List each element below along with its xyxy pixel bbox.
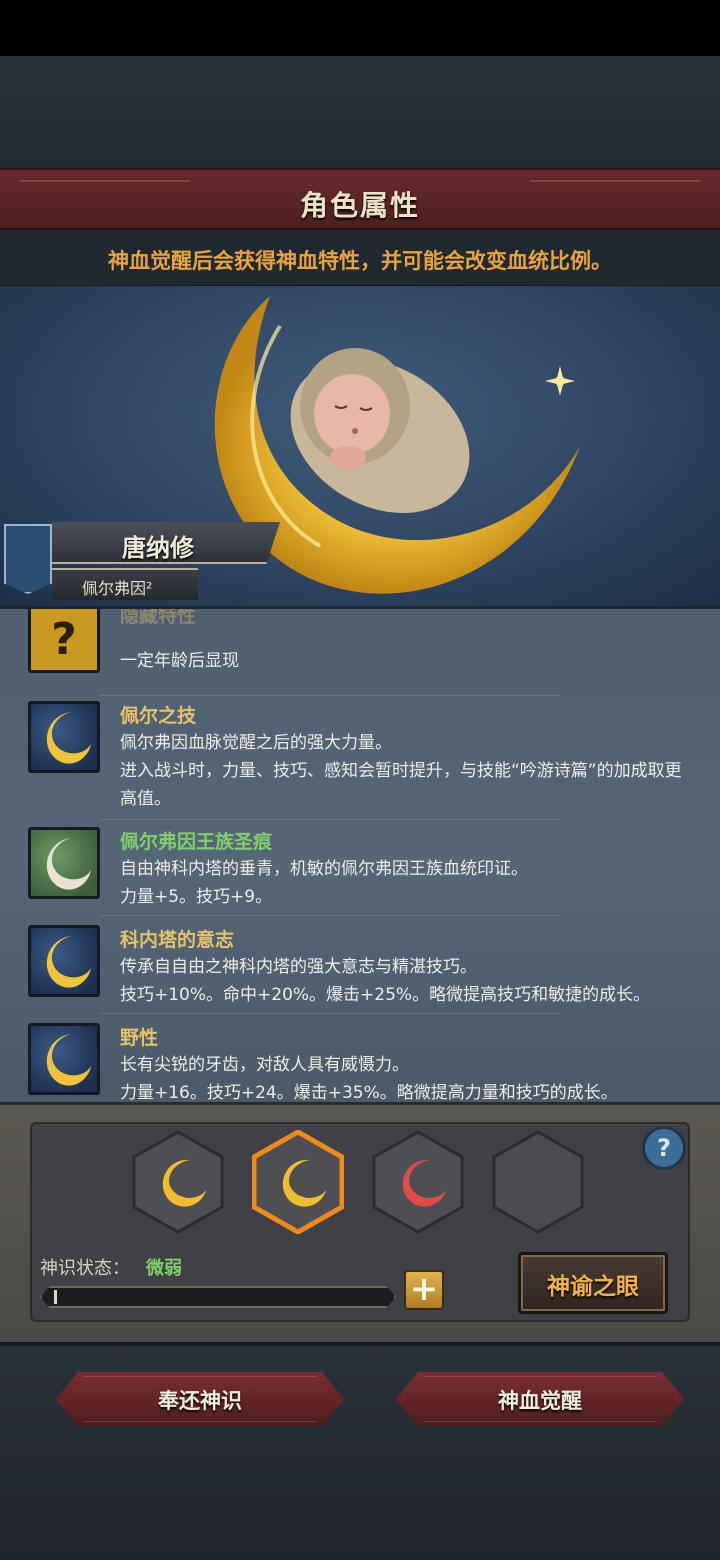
oracle-eye-label: 神谕之眼: [547, 1274, 639, 1300]
status-bar-area: [0, 0, 720, 56]
trait-title: 隐藏特性: [120, 606, 197, 627]
divine-slot-empty[interactable]: [492, 1130, 584, 1234]
divine-slot-gold-selected[interactable]: [252, 1130, 344, 1234]
help-button[interactable]: ?: [642, 1126, 686, 1170]
divider: [100, 819, 560, 820]
trait-title: 佩尔弗因王族圣痕: [120, 831, 273, 853]
awaken-label: 神血觉醒: [498, 1389, 582, 1413]
svg-text:?: ?: [51, 614, 77, 665]
divine-progress-fill: [54, 1290, 58, 1304]
divider: [100, 1013, 560, 1014]
title-banner: 角色属性: [0, 168, 720, 230]
trait-title: 佩尔之技: [120, 705, 197, 727]
background-top: [0, 56, 720, 168]
divider: [100, 915, 560, 916]
divine-status-label: 神识状态：: [40, 1258, 130, 1279]
character-lineage: 佩尔弗因²: [82, 579, 153, 598]
crescent-moon-icon: [28, 925, 100, 997]
trait-title: 科内塔的意志: [120, 929, 235, 951]
trait-desc: 自由神科内塔的垂青，机敏的佩尔弗因王族血统印证。 力量+5。技巧+9。: [120, 859, 528, 907]
trait-desc: 传承自自由之神科内塔的强大意志与精湛技巧。 技巧+10%。命中+20%。爆击+2…: [120, 957, 651, 1005]
page-title: 角色属性: [299, 189, 420, 222]
divine-slot-red[interactable]: [372, 1130, 464, 1234]
crescent-moon-icon: [28, 827, 100, 899]
crescent-moon-icon: [28, 1023, 100, 1095]
return-divine-label: 奉还神识: [158, 1389, 242, 1413]
character-name: 唐纳修: [122, 534, 194, 562]
add-divine-button[interactable]: +: [404, 1270, 444, 1310]
hint-bar: 神血觉醒后会获得神血特性，并可能会改变血统比例。: [0, 230, 720, 286]
crescent-moon-icon: [28, 701, 100, 773]
divine-status-value: 微弱: [146, 1258, 182, 1279]
question-icon: ?: [28, 609, 100, 673]
hint-text: 神血觉醒后会获得神血特性，并可能会改变血统比例。: [108, 249, 612, 273]
trait-desc: 一定年龄后显现: [120, 651, 239, 671]
trait-desc: 佩尔弗因血脉觉醒之后的强大力量。 进入战斗时，力量、技巧、感知会暂时提升，与技能…: [120, 733, 682, 809]
trait-desc: 长有尖锐的牙齿，对敌人具有威慑力。 力量+16。技巧+24。爆击+35%。略微提…: [120, 1055, 618, 1102]
divine-slot-gold[interactable]: [132, 1130, 224, 1234]
divider: [100, 695, 560, 696]
trait-list[interactable]: ? 隐藏特性 一定年龄后显现 佩尔之技 佩尔弗因血脉觉醒之后的强大力量。 进入战…: [0, 606, 720, 1102]
trait-title: 野性: [120, 1027, 159, 1049]
faction-emblem-icon: [4, 524, 52, 594]
divine-progress-bar: [40, 1286, 396, 1308]
